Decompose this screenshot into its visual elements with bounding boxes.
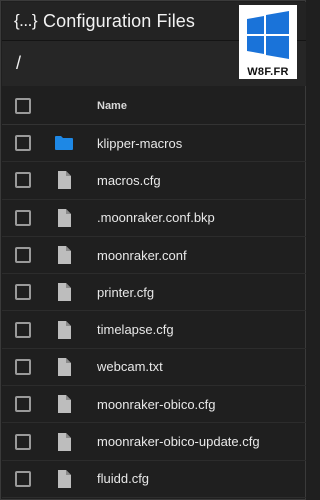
table-row[interactable]: klipper-macros bbox=[2, 125, 306, 163]
watermark-logo: W8F.FR bbox=[239, 5, 297, 81]
column-header-name[interactable]: Name bbox=[97, 100, 127, 112]
table-row[interactable]: moonraker-obico.cfg bbox=[2, 386, 306, 424]
row-checkbox[interactable] bbox=[15, 247, 31, 264]
row-checkbox[interactable] bbox=[15, 209, 31, 226]
windows-logo-icon bbox=[239, 5, 297, 67]
table-row[interactable]: webcam.txt bbox=[2, 349, 306, 387]
table-row[interactable]: printer.cfg bbox=[2, 274, 306, 312]
file-icon bbox=[54, 469, 74, 489]
file-browser-panel: {...} Configuration Files / W8F.FR Name … bbox=[0, 0, 306, 500]
row-checkbox[interactable] bbox=[15, 470, 31, 487]
file-name[interactable]: timelapse.cfg bbox=[97, 322, 174, 337]
file-name[interactable]: webcam.txt bbox=[97, 359, 163, 374]
file-name[interactable]: fluidd.cfg bbox=[97, 471, 149, 486]
page-title: Configuration Files bbox=[43, 10, 196, 31]
file-name[interactable]: .moonraker.conf.bkp bbox=[97, 210, 215, 225]
file-icon bbox=[54, 357, 74, 377]
table-row[interactable]: macros.cfg bbox=[2, 162, 306, 200]
code-braces-icon: {...} bbox=[14, 11, 38, 30]
row-checkbox[interactable] bbox=[15, 284, 31, 301]
file-name[interactable]: klipper-macros bbox=[97, 136, 182, 151]
select-all-checkbox[interactable] bbox=[15, 97, 31, 114]
file-icon bbox=[54, 208, 74, 228]
file-name[interactable]: moonraker-obico-update.cfg bbox=[97, 434, 260, 449]
watermark-text: W8F.FR bbox=[239, 65, 297, 79]
file-name[interactable]: macros.cfg bbox=[97, 173, 161, 188]
file-name[interactable]: moonraker-obico.cfg bbox=[97, 397, 216, 412]
file-table: Name klipper-macros macros.cfg .moonraker.… bbox=[2, 87, 306, 498]
file-icon bbox=[54, 170, 74, 190]
table-row[interactable]: moonraker-obico-update.cfg bbox=[2, 423, 306, 461]
file-icon bbox=[54, 432, 74, 452]
row-checkbox[interactable] bbox=[15, 433, 31, 450]
row-checkbox[interactable] bbox=[15, 135, 31, 152]
current-path[interactable]: / bbox=[16, 53, 21, 74]
row-checkbox[interactable] bbox=[15, 321, 31, 338]
file-name[interactable]: printer.cfg bbox=[97, 285, 154, 300]
table-row[interactable]: fluidd.cfg bbox=[2, 461, 306, 498]
row-checkbox[interactable] bbox=[15, 358, 31, 375]
file-icon bbox=[54, 394, 74, 414]
table-row[interactable]: moonraker.conf bbox=[2, 237, 306, 275]
row-checkbox[interactable] bbox=[15, 172, 31, 189]
file-icon bbox=[54, 245, 74, 265]
file-icon bbox=[54, 282, 74, 302]
table-row[interactable]: .moonraker.conf.bkp bbox=[2, 200, 306, 237]
folder-icon bbox=[54, 133, 74, 153]
file-name[interactable]: moonraker.conf bbox=[97, 248, 187, 263]
table-header-row: Name bbox=[2, 87, 306, 125]
table-row[interactable]: timelapse.cfg bbox=[2, 311, 306, 349]
row-checkbox[interactable] bbox=[15, 396, 31, 413]
file-icon bbox=[54, 320, 74, 340]
